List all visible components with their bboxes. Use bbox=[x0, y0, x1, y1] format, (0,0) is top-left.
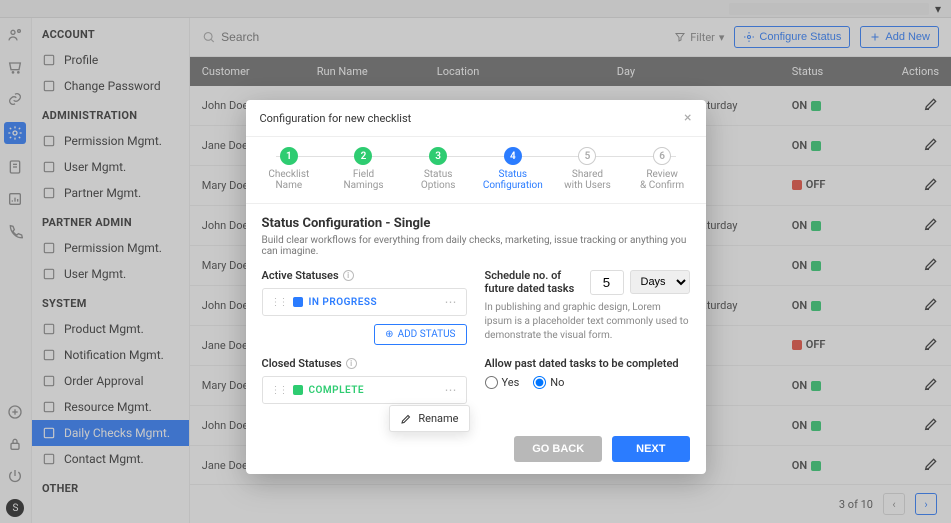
modal-overlay: Configuration for new checklist × 1 Check… bbox=[0, 0, 951, 523]
radio-no[interactable]: No bbox=[533, 376, 564, 389]
next-button[interactable]: NEXT bbox=[612, 436, 689, 462]
step[interactable]: 1 ChecklistName bbox=[254, 147, 324, 191]
step-number: 3 bbox=[429, 147, 447, 165]
step-label: Sharedwith Users bbox=[552, 169, 622, 191]
info-icon[interactable]: i bbox=[343, 270, 354, 281]
step-number: 6 bbox=[653, 147, 671, 165]
drag-handle-icon[interactable]: ⋮⋮ bbox=[271, 297, 287, 308]
modal-footer: GO BACK NEXT bbox=[246, 424, 706, 474]
schedule-value-input[interactable] bbox=[590, 270, 624, 295]
step-label: StatusOptions bbox=[403, 169, 473, 191]
step[interactable]: 4 StatusConfiguration bbox=[478, 147, 548, 191]
section-title: Status Configuration - Single bbox=[262, 216, 690, 231]
step-number: 5 bbox=[578, 147, 596, 165]
step-number: 4 bbox=[504, 147, 522, 165]
active-statuses-label: Active Statuses i bbox=[262, 269, 467, 282]
step-label: FieldNamings bbox=[328, 169, 398, 191]
past-dated-label: Allow past dated tasks to be completed bbox=[485, 357, 690, 370]
pencil-icon bbox=[400, 413, 412, 425]
close-icon[interactable]: × bbox=[684, 110, 691, 126]
step[interactable]: 6 Review& Confirm bbox=[627, 147, 697, 191]
status-label: IN PROGRESS bbox=[309, 297, 378, 308]
section-desc: Build clear workflows for everything fro… bbox=[262, 235, 690, 257]
step-number: 2 bbox=[354, 147, 372, 165]
radio-yes[interactable]: Yes bbox=[485, 376, 520, 389]
more-icon[interactable]: ⋯ bbox=[445, 295, 458, 309]
closed-statuses-label: Closed Statuses i bbox=[262, 357, 467, 370]
info-icon[interactable]: i bbox=[346, 358, 357, 369]
schedule-unit-select[interactable]: Days bbox=[630, 270, 690, 294]
plus-icon: ⊕ bbox=[385, 329, 393, 340]
active-status-row[interactable]: ⋮⋮ IN PROGRESS ⋯ bbox=[262, 288, 467, 316]
status-color-square bbox=[293, 297, 303, 307]
more-icon[interactable]: ⋯ bbox=[445, 383, 458, 397]
step[interactable]: 2 FieldNamings bbox=[328, 147, 398, 191]
step-label: ChecklistName bbox=[254, 169, 324, 191]
step-label: StatusConfiguration bbox=[478, 169, 548, 191]
modal-title: Configuration for new checklist bbox=[260, 112, 412, 125]
step[interactable]: 3 StatusOptions bbox=[403, 147, 473, 191]
step-number: 1 bbox=[280, 147, 298, 165]
drag-handle-icon[interactable]: ⋮⋮ bbox=[271, 385, 287, 396]
status-color-square bbox=[293, 385, 303, 395]
status-label: COMPLETE bbox=[309, 385, 365, 396]
go-back-button[interactable]: GO BACK bbox=[514, 436, 602, 462]
schedule-help: In publishing and graphic design, Lorem … bbox=[485, 301, 690, 343]
closed-status-row[interactable]: ⋮⋮ COMPLETE ⋯ Rename bbox=[262, 376, 467, 404]
step[interactable]: 5 Sharedwith Users bbox=[552, 147, 622, 191]
add-status-button[interactable]: ⊕ ADD STATUS bbox=[374, 324, 466, 345]
schedule-label: Schedule no. of future dated tasks bbox=[485, 269, 584, 295]
stepper: 1 ChecklistName 2 FieldNamings 3 StatusOption… bbox=[246, 137, 706, 204]
modal: Configuration for new checklist × 1 Check… bbox=[246, 100, 706, 474]
modal-header: Configuration for new checklist × bbox=[246, 100, 706, 137]
step-label: Review& Confirm bbox=[627, 169, 697, 191]
rename-popover[interactable]: Rename bbox=[389, 405, 469, 432]
